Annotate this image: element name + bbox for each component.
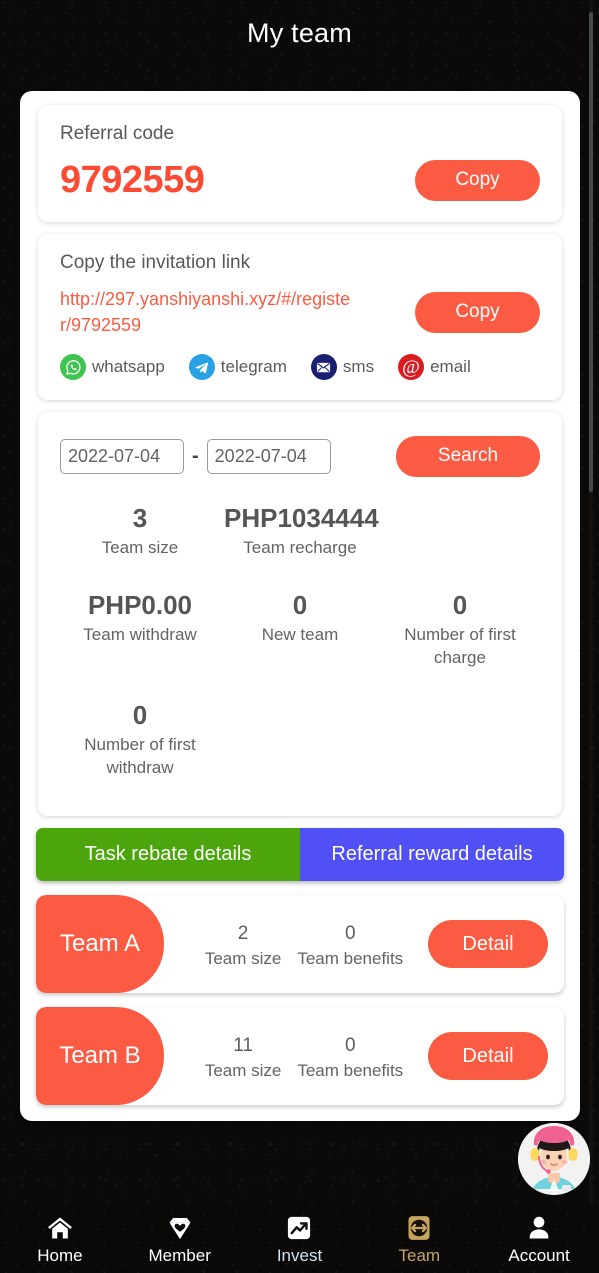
stats-grid: 3 Team size PHP1034444 Team recharge PHP… [60,503,540,810]
referral-code-value: 9792559 [60,159,205,201]
team-name-badge: Team A [36,895,164,994]
team-size-metric: 2 Team size [205,919,282,969]
referral-code-panel: Referral code 9792559 Copy [38,105,562,222]
stat-spacer [380,503,540,560]
team-row: Team A 2 Team size 0 Team benefits Detai… [36,895,564,994]
page-scrollbar-thumb[interactable] [589,12,593,492]
share-email[interactable]: @ email [398,354,471,381]
share-whatsapp-label: whatsapp [92,357,165,377]
stat-first-charge: 0 Number of first charge [380,590,540,670]
team-size-caption: Team size [204,949,282,969]
diamond-heart-icon [166,1213,194,1243]
content-card: Referral code 9792559 Copy Copy the invi… [20,91,580,1122]
share-email-label: email [430,357,471,377]
share-whatsapp[interactable]: whatsapp [60,354,165,381]
team-size-metric: 11 Team size [205,1031,282,1081]
search-button[interactable]: Search [396,436,540,477]
stat-value: PHP0.00 [87,590,193,621]
stat-new-team: 0 New team [220,590,380,670]
share-sms-label: sms [342,357,375,377]
date-search-row: - Search [60,436,540,477]
stat-value: 0 [292,590,308,621]
stat-value: 0 [452,590,468,621]
whatsapp-icon [60,354,86,381]
customer-service-avatar[interactable] [518,1123,590,1195]
stat-team-size: 3 Team size [60,503,220,560]
team-size-caption: Team size [204,1061,282,1081]
invitation-link-panel: Copy the invitation link http://297.yans… [38,234,562,401]
stat-spacer [220,700,380,780]
stat-caption: Team recharge [243,538,357,558]
team-stats-panel: - Search 3 Team size PHP1034444 Team rec… [38,412,562,817]
bottom-navigation: Home Member Invest Team Account [0,1205,599,1273]
details-tab-group: Task rebate details Referral reward deta… [36,828,564,882]
chart-trend-icon [285,1213,313,1243]
nav-label-invest: Invest [276,1245,323,1265]
scroll-area: Referral code 9792559 Copy Copy the invi… [0,0,585,1205]
share-sms[interactable]: sms [310,354,375,381]
stat-caption: Number of first charge [404,625,516,668]
nav-label-account: Account [508,1245,570,1265]
team-benefits-value: 0 [344,922,356,944]
copy-referral-code-button[interactable]: Copy [415,160,540,201]
team-metrics: 2 Team size 0 Team benefits [164,919,428,969]
team-size-value: 2 [237,922,249,944]
stat-team-withdraw: PHP0.00 Team withdraw [60,590,220,670]
sms-icon [310,354,337,381]
stat-value: PHP1034444 [223,502,379,533]
team-name-badge: Team B [36,1007,164,1106]
email-icon: @ [398,354,425,381]
share-channel-list: whatsapp telegram sms @ email [60,354,540,381]
referral-code-label: Referral code [60,123,175,144]
nav-item-team[interactable]: Team [359,1213,479,1266]
share-telegram[interactable]: telegram [188,354,287,381]
telegram-icon [188,354,215,381]
nav-item-invest[interactable]: Invest [240,1213,360,1266]
stat-team-recharge: PHP1034444 Team recharge [220,503,380,560]
stat-caption: Number of first withdraw [84,735,196,778]
arrows-exchange-icon [405,1213,433,1243]
stat-value: 0 [132,700,148,731]
tab-referral-reward-details[interactable]: Referral reward details [300,828,564,882]
invitation-link-row: http://297.yanshiyanshi.xyz/#/register/9… [60,287,540,338]
person-icon [525,1213,553,1243]
home-icon [46,1213,74,1243]
invitation-link-url[interactable]: http://297.yanshiyanshi.xyz/#/register/9… [60,287,360,338]
invitation-link-label: Copy the invitation link [60,252,251,273]
copy-invitation-link-button[interactable]: Copy [415,292,540,333]
team-benefits-caption: Team benefits [297,1061,404,1081]
team-metrics: 11 Team size 0 Team benefits [164,1031,428,1081]
team-benefits-metric: 0 Team benefits [297,1031,403,1081]
stat-caption: Team size [101,538,179,558]
stat-value: 3 [132,502,148,533]
date-from-input[interactable] [60,438,184,474]
stat-caption: New team [261,625,339,645]
team-row: Team B 11 Team size 0 Team benefits Deta… [36,1007,564,1106]
nav-label-team: Team [398,1245,441,1265]
team-benefits-value: 0 [344,1034,356,1056]
stat-first-withdraw: 0 Number of first withdraw [60,700,220,780]
date-range-separator: - [192,444,199,467]
nav-item-home[interactable]: Home [0,1213,120,1266]
date-to-input[interactable] [206,438,331,474]
nav-item-member[interactable]: Member [120,1213,240,1266]
nav-label-member: Member [148,1245,211,1265]
team-size-value: 11 [233,1034,253,1056]
team-detail-button[interactable]: Detail [428,1032,548,1081]
stat-spacer [380,700,540,780]
nav-label-home: Home [37,1245,83,1265]
team-benefits-caption: Team benefits [297,949,404,969]
referral-code-row: 9792559 Copy [60,159,540,202]
team-detail-button[interactable]: Detail [428,920,548,969]
share-telegram-label: telegram [220,357,287,377]
svg-text:@: @ [402,357,420,378]
stat-caption: Team withdraw [83,625,197,645]
tab-task-rebate-details[interactable]: Task rebate details [36,828,300,882]
team-benefits-metric: 0 Team benefits [297,919,403,969]
nav-item-account[interactable]: Account [479,1213,599,1266]
